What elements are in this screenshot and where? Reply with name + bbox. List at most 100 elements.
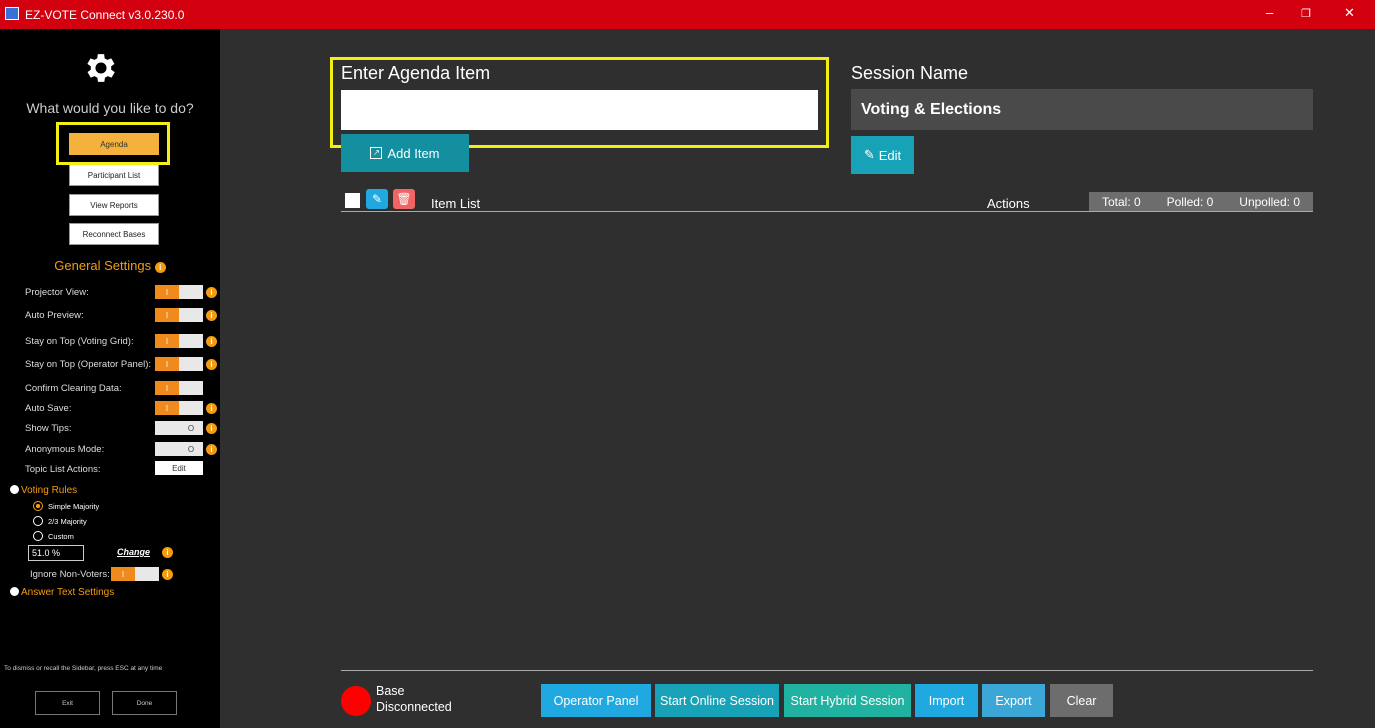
show-tips-toggle[interactable]: O — [155, 421, 203, 435]
setting-label: Auto Save: — [25, 403, 72, 414]
session-name-display: Voting & Elections — [851, 89, 1313, 130]
auto-save-toggle[interactable]: I — [155, 401, 203, 415]
radio-simple-majority[interactable]: Simple Majority — [33, 501, 99, 511]
setting-label: Show Tips: — [25, 423, 72, 434]
voting-rules-label: Voting Rules — [21, 485, 78, 496]
radio-label: 2/3 Majority — [48, 516, 87, 526]
setting-label: Auto Preview: — [25, 310, 84, 321]
session-title: Session Name — [851, 63, 969, 83]
item-list-label: Item List — [431, 196, 481, 211]
setting-label: Confirm Clearing Data: — [25, 383, 122, 394]
stay-on-top-panel-toggle[interactable]: I — [155, 357, 203, 371]
toggle-off-half — [135, 567, 159, 581]
app-logo-icon — [5, 7, 19, 20]
ignore-non-voters-toggle[interactable]: I — [111, 567, 159, 581]
toggle-knob: O — [179, 421, 203, 435]
topic-actions-edit-button[interactable]: Edit — [155, 461, 203, 475]
radio-two-thirds[interactable]: 2/3 Majority — [33, 516, 87, 526]
toggle-off-half — [179, 357, 203, 371]
status-indicator-icon — [341, 686, 371, 716]
footer-divider — [341, 670, 1313, 671]
setting-label: Anonymous Mode: — [25, 444, 105, 455]
reconnect-bases-button[interactable]: Reconnect Bases — [69, 223, 159, 245]
operator-panel-button[interactable]: Operator Panel — [541, 684, 651, 717]
info-icon[interactable]: i — [162, 569, 173, 580]
add-item-button[interactable]: ↗ Add Item — [341, 134, 469, 172]
anonymous-mode-toggle[interactable]: O — [155, 442, 203, 456]
toggle-off-half — [155, 442, 179, 456]
setting-label: Stay on Top (Voting Grid): — [25, 336, 134, 347]
toggle-on-half: I — [111, 567, 135, 581]
radio-label: Simple Majority — [48, 501, 100, 511]
sidebar: What would you like to do? Agenda Partic… — [0, 29, 220, 728]
info-icon[interactable]: i — [154, 262, 166, 273]
connection-status: Base Disconnected — [376, 684, 452, 714]
info-icon[interactable]: i — [206, 403, 217, 414]
toggle-on-half: I — [155, 285, 179, 299]
close-button[interactable]: ✕ — [1344, 5, 1355, 21]
start-online-session-button[interactable]: Start Online Session — [655, 684, 779, 717]
topic-actions-label: Topic List Actions: — [25, 464, 101, 475]
sidebar-prompt: What would you like to do? — [26, 100, 194, 116]
clear-button[interactable]: Clear — [1050, 684, 1113, 717]
stat-total: Total: 0 — [1101, 194, 1141, 209]
add-icon: ↗ — [370, 147, 383, 159]
info-icon[interactable]: i — [206, 310, 217, 321]
toggle-off-half — [155, 421, 179, 435]
toggle-off-half — [179, 334, 203, 348]
agenda-highlight — [56, 122, 170, 165]
info-icon[interactable]: i — [206, 423, 217, 434]
radio-icon — [33, 516, 43, 526]
exit-button[interactable]: Exit — [35, 691, 100, 715]
info-icon[interactable]: i — [206, 444, 217, 455]
stay-on-top-grid-toggle[interactable]: I — [155, 334, 203, 348]
info-icon[interactable]: i — [206, 336, 217, 347]
export-button[interactable]: Export — [982, 684, 1045, 717]
add-item-label: Add Item — [387, 145, 440, 161]
select-all-checkbox[interactable] — [345, 193, 360, 208]
session-edit-button[interactable]: ✎ Edit — [851, 136, 914, 174]
participant-list-button[interactable]: Participant List — [69, 164, 159, 186]
radio-selected-icon — [33, 501, 43, 511]
view-reports-button[interactable]: View Reports — [69, 194, 159, 216]
setting-label: Projector View: — [25, 287, 89, 298]
general-settings-heading: General Settings i — [0, 258, 220, 273]
chevron-down-icon — [10, 587, 19, 596]
trash-icon[interactable]: 🗑 — [393, 189, 415, 209]
answer-text-settings-toggle[interactable]: Answer Text Settings — [10, 587, 114, 598]
toggle-knob: O — [179, 442, 203, 456]
voting-rules-toggle[interactable]: Voting Rules — [10, 485, 77, 496]
import-button[interactable]: Import — [915, 684, 978, 717]
radio-custom[interactable]: Custom — [33, 531, 74, 541]
minimize-button[interactable]: – — [1266, 5, 1273, 20]
edit-label: Edit — [878, 147, 902, 163]
restore-button[interactable]: ❐ — [1301, 7, 1311, 20]
gear-icon[interactable] — [82, 49, 120, 87]
done-button[interactable]: Done — [112, 691, 177, 715]
edit-icon[interactable]: ✎ — [366, 189, 388, 209]
stat-polled: Polled: 0 — [1166, 194, 1214, 209]
setting-label: Stay on Top (Operator Panel): — [25, 359, 152, 370]
answer-text-label: Answer Text Settings — [21, 587, 115, 598]
info-icon[interactable]: i — [206, 287, 217, 298]
start-hybrid-session-button[interactable]: Start Hybrid Session — [784, 684, 911, 717]
title-bar: EZ-VOTE Connect v3.0.230.0 – ❐ ✕ — [0, 0, 1375, 29]
toggle-off-half — [179, 308, 203, 322]
sidebar-hint: To dismiss or recall the Sidebar, press … — [4, 665, 163, 672]
toggle-on-half: I — [155, 381, 179, 395]
auto-preview-toggle[interactable]: I — [155, 308, 203, 322]
info-icon[interactable]: i — [206, 359, 217, 370]
window-title: EZ-VOTE Connect v3.0.230.0 — [25, 8, 185, 22]
toggle-off-half — [179, 381, 203, 395]
info-icon[interactable]: i — [162, 547, 173, 558]
toggle-off-half — [179, 285, 203, 299]
radio-icon — [33, 531, 43, 541]
percent-input[interactable]: 51.0 % — [28, 545, 84, 561]
actions-label: Actions — [987, 196, 1030, 211]
toggle-on-half: I — [155, 357, 179, 371]
projector-view-toggle[interactable]: I — [155, 285, 203, 299]
change-link[interactable]: Change — [117, 547, 150, 557]
toggle-on-half: I — [155, 334, 179, 348]
radio-label: Custom — [48, 531, 74, 541]
confirm-clearing-toggle[interactable]: I — [155, 381, 203, 395]
